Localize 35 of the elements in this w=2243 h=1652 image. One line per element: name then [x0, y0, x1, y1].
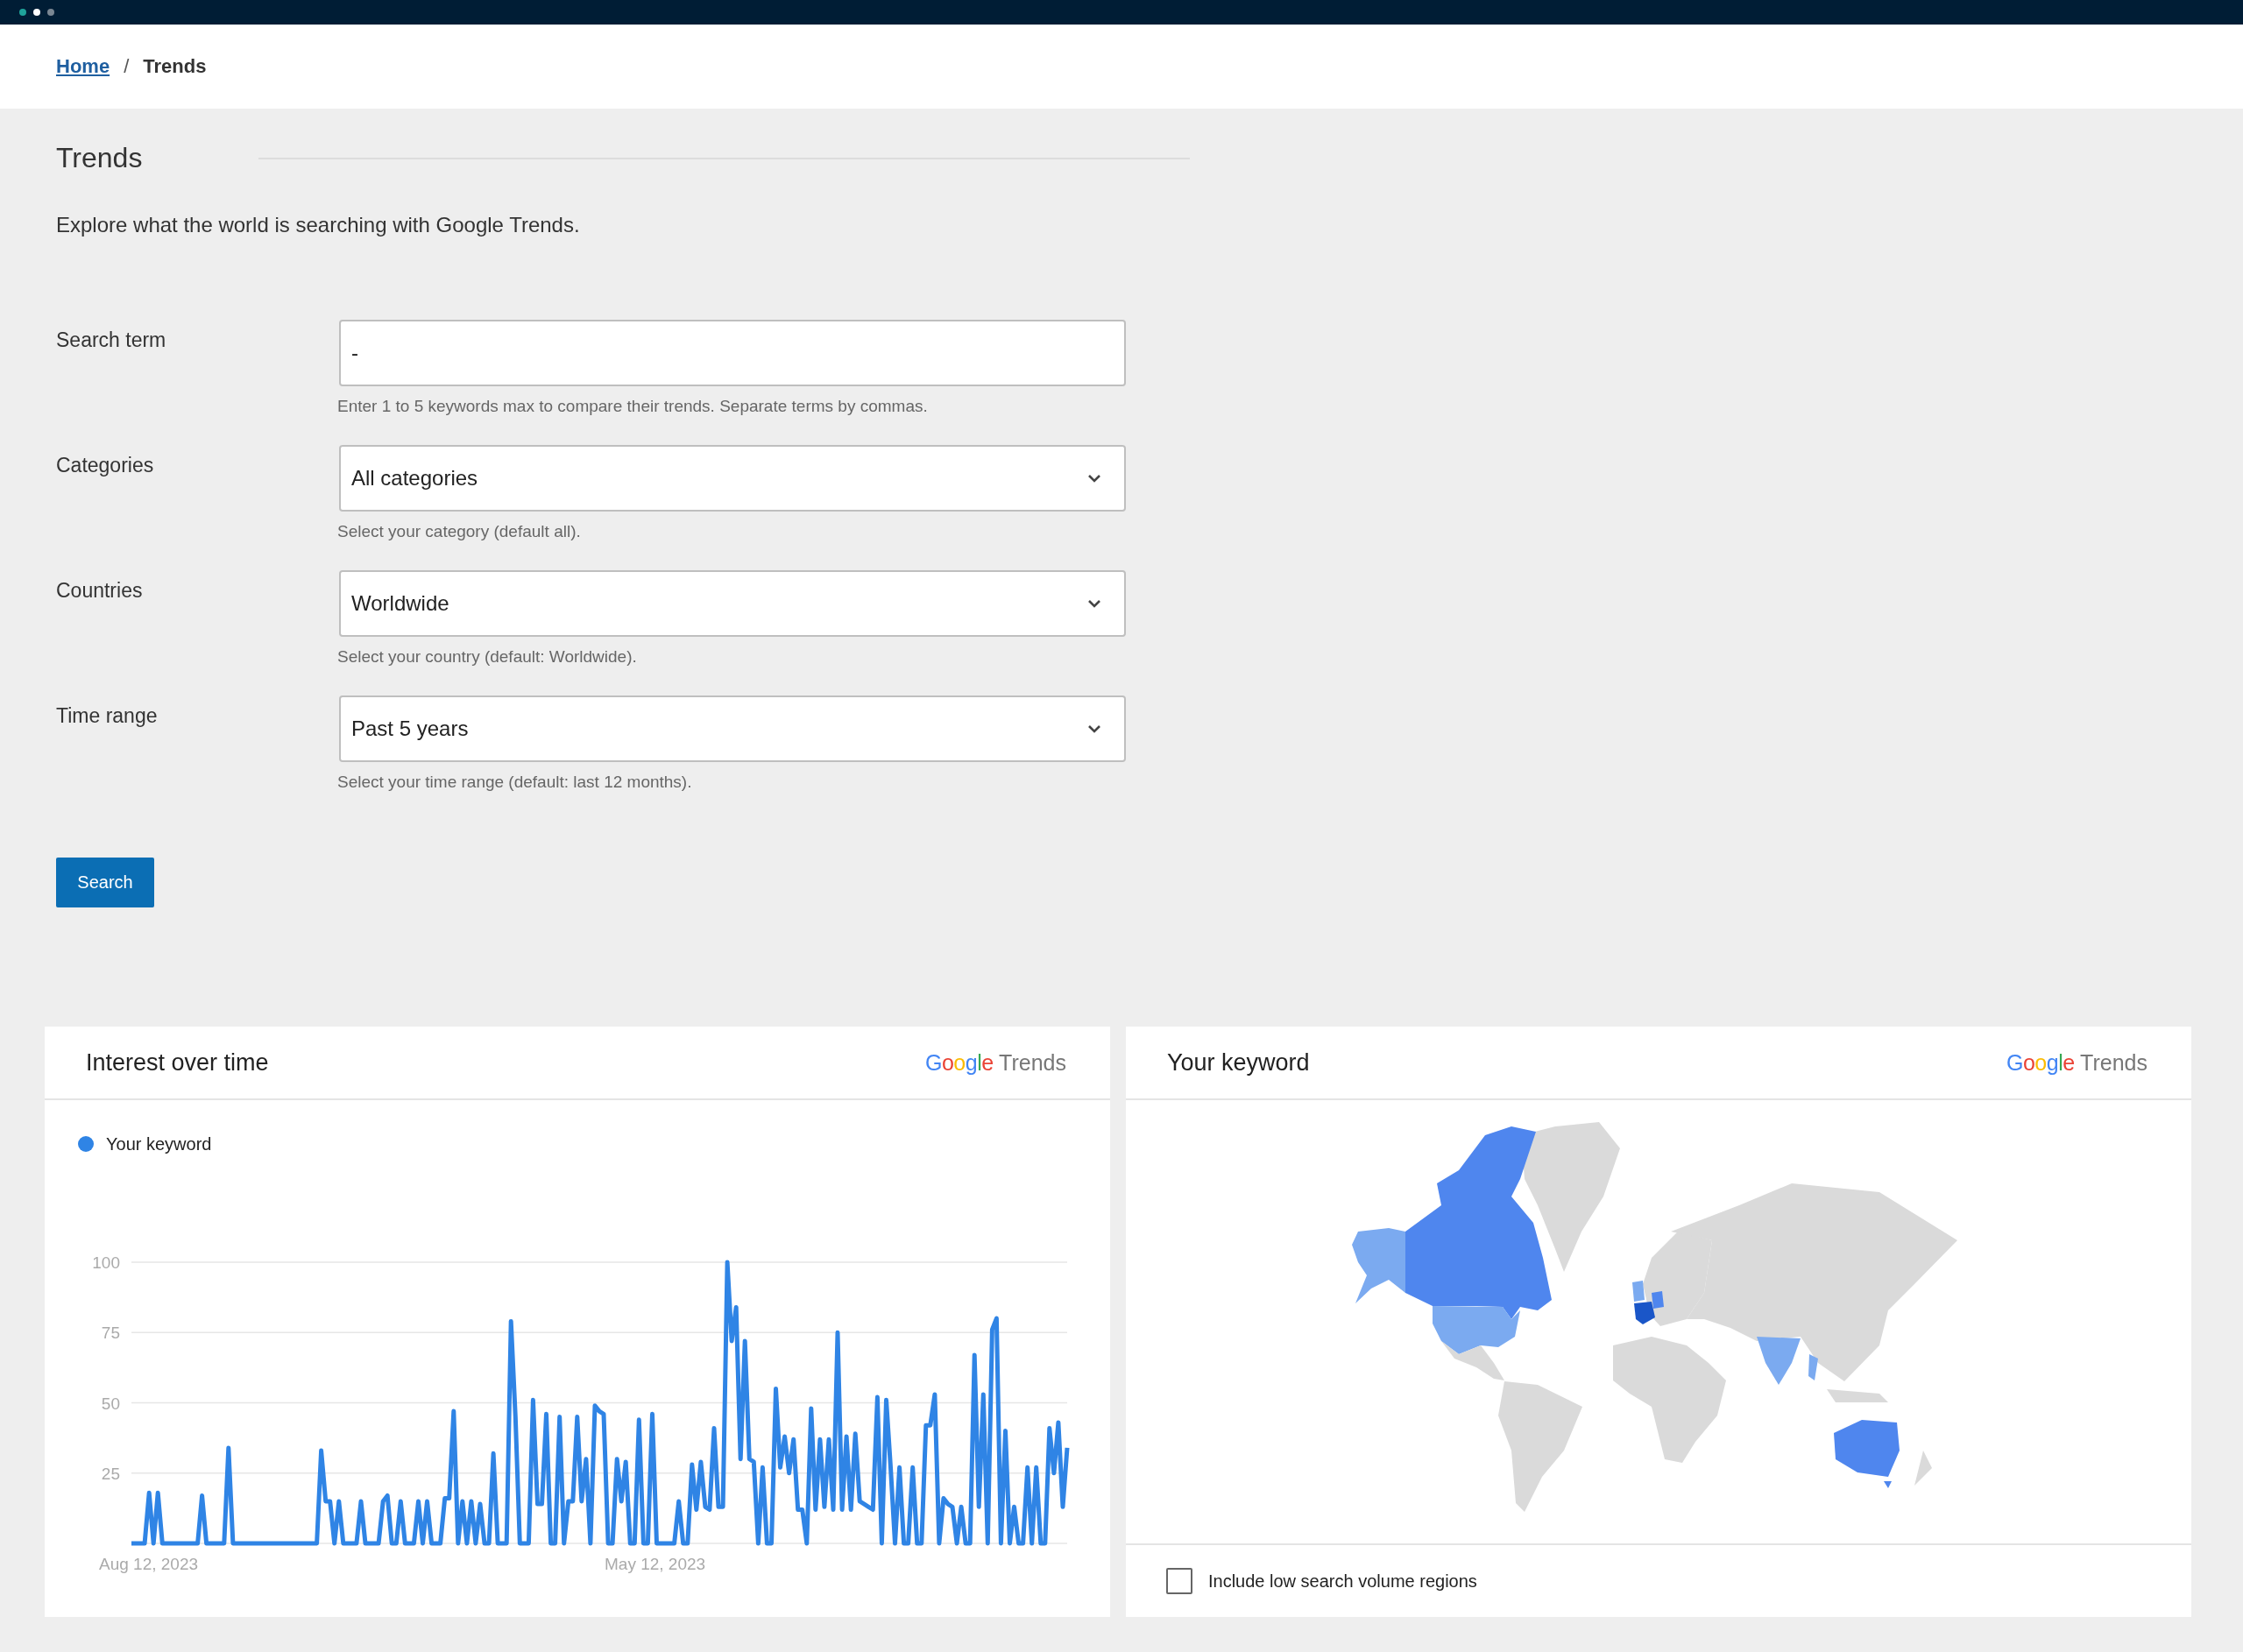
axis-label: Aug 12, 2023 [99, 1555, 199, 1573]
field-label: Countries [56, 578, 144, 604]
axis-label: 25 [101, 1464, 120, 1483]
field-hint: Select your country (default: Worldwide). [337, 647, 638, 667]
chevron-down-icon [1087, 724, 1101, 733]
card-title: Your keyword [1167, 1048, 1310, 1077]
page-description: Explore what the world is searching with Google Trends. [56, 213, 581, 237]
axis-label: May 12, 2023 [605, 1555, 706, 1573]
home-link[interactable]: Home [56, 55, 110, 78]
search-term-input[interactable]: - [339, 320, 1126, 386]
search-button[interactable]: Search [56, 858, 154, 907]
chevron-down-icon [1087, 599, 1101, 608]
axis-label: 50 [101, 1394, 120, 1413]
checkbox-label: Include low search volume regions [1208, 1571, 1477, 1592]
dropdown-select[interactable]: Past 5 years [339, 695, 1126, 762]
field-hint: Select your category (default all). [337, 522, 582, 541]
field-label: Search term [56, 328, 167, 353]
logo-text: Google Trends [924, 1049, 1066, 1076]
window-dots-icon [18, 8, 55, 17]
axis-label: 100 [92, 1253, 120, 1272]
field-label: Time range [56, 703, 159, 729]
dropdown-select[interactable]: All categories [339, 445, 1126, 512]
field-hint: Select your time range (default: last 12 months). [337, 773, 693, 792]
field-label: Categories [56, 453, 155, 478]
chevron-down-icon [1087, 474, 1101, 483]
breadcrumb-current: Trends [143, 55, 207, 78]
page-title: Trends [56, 142, 144, 174]
axis-label: 75 [101, 1324, 120, 1343]
breadcrumb-separator: / [124, 55, 130, 78]
card-title: Interest over time [86, 1048, 269, 1077]
dropdown-select[interactable]: Worldwide [339, 570, 1126, 637]
logo-text: Google Trends [2006, 1049, 2147, 1076]
legend-label: Your keyword [106, 1133, 212, 1154]
checkbox[interactable] [1166, 1568, 1192, 1594]
field-hint: Enter 1 to 5 keywords max to compare their trends. Separate terms by commas. [337, 397, 929, 416]
